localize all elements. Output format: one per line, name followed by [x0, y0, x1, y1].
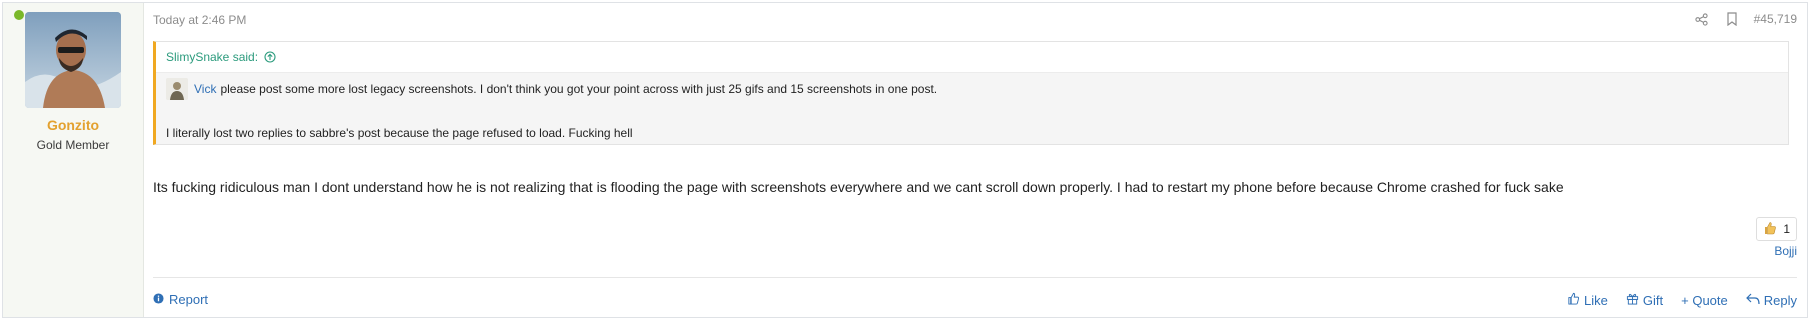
username[interactable]: Gonzito [3, 117, 143, 133]
quote-block: SlimySnake said: Vick please post some m… [153, 41, 1789, 145]
post-number[interactable]: #45,719 [1754, 12, 1797, 26]
bookmark-icon[interactable] [1724, 11, 1740, 27]
info-icon [153, 292, 164, 307]
message-post: Gonzito Gold Member Today at 2:46 PM #45… [2, 2, 1808, 318]
gift-button[interactable]: Gift [1626, 292, 1663, 308]
quote-author[interactable]: SlimySnake said: [166, 50, 258, 64]
avatar[interactable] [25, 12, 121, 108]
gift-icon [1626, 292, 1639, 308]
reaction-user[interactable]: Bojji [1774, 244, 1797, 258]
message-body: Its fucking ridiculous man I dont unders… [153, 179, 1564, 195]
arrow-up-circle-icon[interactable] [264, 51, 276, 63]
user-title: Gold Member [36, 138, 110, 152]
post-footer: Report Like Gift + Quote Reply [153, 292, 1797, 310]
like-button[interactable]: Like [1567, 292, 1608, 308]
mention-avatar[interactable] [166, 78, 188, 100]
quote-button[interactable]: + Quote [1681, 293, 1728, 308]
user-sidebar: Gonzito Gold Member [3, 3, 144, 317]
thumbs-up-icon [1763, 221, 1777, 238]
user-mention[interactable]: Vick [194, 82, 216, 96]
post-header-actions: #45,719 [1694, 11, 1797, 27]
gift-label: Gift [1642, 292, 1664, 308]
report-button[interactable]: Report [153, 292, 208, 307]
quote-line-1: Vick please post some more lost legacy s… [166, 78, 937, 100]
online-indicator [12, 8, 26, 22]
quote-text-2: I literally lost two replies to sabbre's… [166, 126, 633, 140]
quote-header[interactable]: SlimySnake said: [156, 42, 1788, 73]
quote-text-1: please post some more lost legacy screen… [220, 82, 938, 96]
reply-icon [1745, 293, 1760, 308]
like-label: Like [1584, 292, 1608, 308]
footer-divider [153, 277, 1797, 278]
share-icon[interactable] [1694, 11, 1710, 27]
reaction-summary[interactable]: 1 [1756, 217, 1797, 241]
report-label: Report [169, 292, 209, 307]
footer-actions: Like Gift + Quote Reply [1567, 292, 1797, 308]
post-main: Today at 2:46 PM #45,719 SlimySnake said… [153, 3, 1807, 317]
post-date[interactable]: Today at 2:46 PM [153, 13, 246, 27]
quote-label: + Quote [1681, 292, 1728, 308]
reply-button[interactable]: Reply [1745, 292, 1797, 308]
reaction-count: 1 [1783, 222, 1790, 236]
reply-label: Reply [1763, 292, 1797, 308]
thumbs-up-outline-icon [1567, 292, 1580, 308]
